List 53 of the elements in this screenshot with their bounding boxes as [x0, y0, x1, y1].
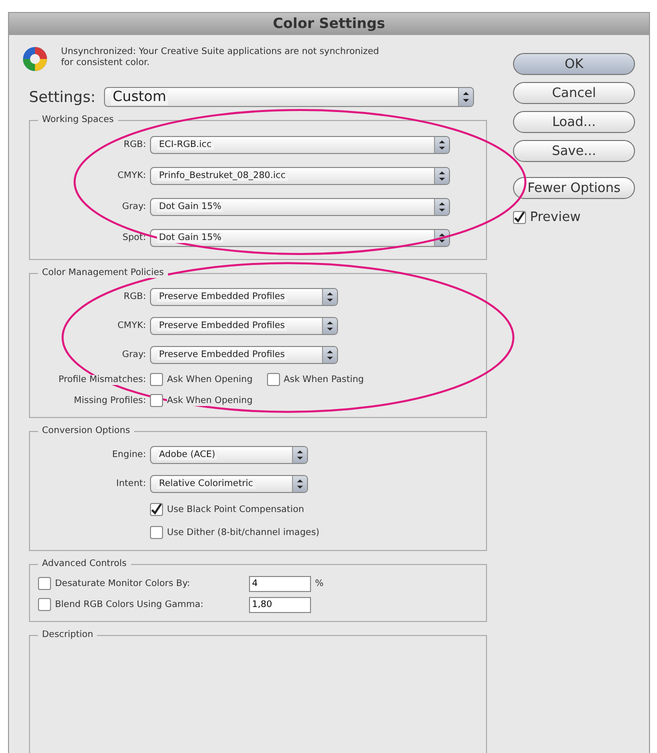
input-field[interactable]: 4	[249, 576, 311, 592]
option-label: Ask When Opening	[167, 396, 253, 406]
dialog-button[interactable]: Load...	[513, 111, 635, 133]
checkbox[interactable]	[150, 503, 163, 516]
dropdown[interactable]: Preserve Embedded Profiles	[150, 288, 338, 306]
field-label: Gray:	[121, 350, 146, 360]
field-label: RGB:	[122, 140, 146, 150]
dropdown[interactable]: Preserve Embedded Profiles	[150, 346, 338, 364]
stepper-arrows-icon	[322, 318, 337, 334]
field-label: Intent:	[115, 478, 146, 488]
checkbox[interactable]	[38, 577, 51, 590]
field-label: Engine:	[111, 450, 146, 460]
field-label: CMYK:	[116, 320, 146, 330]
dropdown[interactable]: Dot Gain 15%	[150, 198, 450, 216]
stepper-arrows-icon	[434, 198, 449, 214]
input-field[interactable]: 1,80	[249, 596, 311, 612]
checkbox[interactable]	[150, 373, 163, 386]
dropdown[interactable]: ECI-RGB.icc	[150, 136, 450, 154]
stepper-arrows-icon	[322, 346, 337, 362]
field-label: Spot:	[122, 232, 146, 242]
dropdown[interactable]: Prinfo_Bestruket_08_280.icc	[150, 166, 450, 184]
fewer-options-button[interactable]: Fewer Options	[513, 177, 635, 199]
stepper-arrows-icon	[458, 88, 473, 106]
dialog-button[interactable]: Save...	[513, 140, 635, 162]
dropdown[interactable]: Custom	[104, 87, 474, 107]
checkbox[interactable]	[150, 526, 163, 539]
dropdown[interactable]: Adobe (ACE)	[150, 446, 308, 464]
stepper-arrows-icon	[434, 136, 449, 152]
option-label: Use Black Point Compensation	[167, 504, 304, 514]
unit-label: %	[315, 578, 324, 588]
field-label: RGB:	[122, 292, 146, 302]
dropdown[interactable]: Preserve Embedded Profiles	[150, 316, 338, 334]
dialog-button[interactable]: Cancel	[513, 82, 635, 104]
stepper-arrows-icon	[434, 168, 449, 184]
dropdown[interactable]: Relative Colorimetric	[150, 474, 308, 492]
dialog-button[interactable]: OK	[513, 53, 635, 75]
checkbox[interactable]	[38, 598, 51, 611]
settings-label: Settings:	[28, 88, 96, 106]
sync-message: Unsynchronized: Your Creative Suite applications are not synchronized for consistent color.	[61, 47, 380, 69]
checkbox[interactable]	[513, 210, 526, 224]
window-title: Color Settings	[9, 13, 649, 35]
preview-label: Preview	[530, 210, 581, 224]
stepper-arrows-icon	[292, 476, 307, 492]
option-label: Use Dither (8-bit/channel images)	[167, 528, 320, 538]
field-label: CMYK:	[116, 170, 146, 180]
option-label: Ask When Opening	[167, 374, 253, 384]
stepper-arrows-icon	[292, 446, 307, 462]
option-label: Ask When Pasting	[284, 374, 364, 384]
checkbox[interactable]	[150, 394, 163, 407]
stepper-arrows-icon	[322, 288, 337, 304]
dropdown[interactable]: Dot Gain 15%	[150, 228, 450, 246]
field-label: Gray:	[121, 202, 146, 212]
checkbox[interactable]	[266, 373, 280, 386]
